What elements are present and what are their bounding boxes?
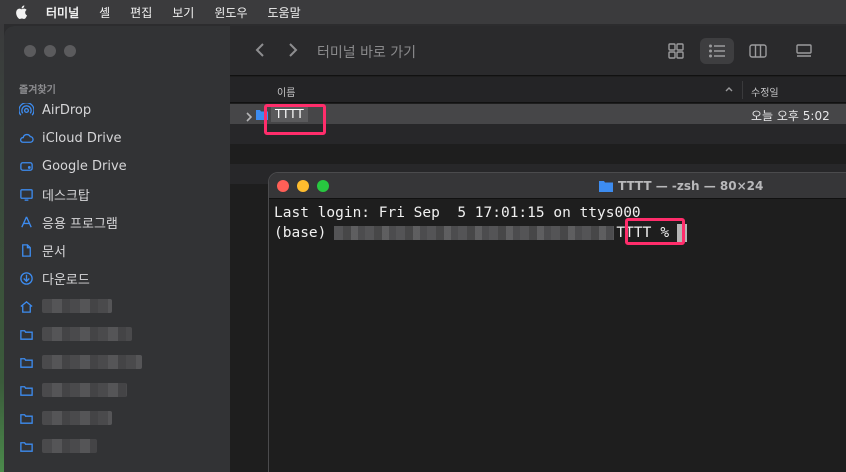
folder-icon	[19, 327, 34, 342]
folder-icon	[19, 355, 34, 370]
gallery-icon	[796, 44, 812, 57]
chevron-up-icon[interactable]	[723, 83, 735, 95]
apps-icon	[19, 215, 34, 230]
terminal-title-text: TTTT — -zsh — 80×24	[618, 179, 764, 193]
list-icon	[709, 44, 725, 58]
folder-icon	[599, 181, 613, 192]
column-view-button[interactable]	[741, 38, 775, 64]
sidebar-list: AirDrop iCloud Drive Google Drive 데스크탑 응…	[4, 96, 230, 460]
list-column-header: 이름 수정일	[230, 77, 846, 103]
redacted-label	[42, 299, 112, 313]
sidebar-item-label: Google Drive	[42, 158, 127, 174]
terminal-titlebar: TTTT — -zsh — 80×24	[269, 173, 846, 199]
sidebar-item-downloads[interactable]: 다운로드	[4, 264, 230, 292]
icon-view-button[interactable]	[659, 38, 693, 64]
finder-toolbar: 터미널 바로 가기	[230, 26, 846, 76]
download-icon	[19, 271, 34, 286]
home-icon	[19, 299, 34, 314]
highlight-box	[264, 104, 326, 135]
terminal-title: TTTT — -zsh — 80×24	[599, 179, 763, 193]
cloud-icon	[19, 131, 34, 146]
sidebar-item-folder[interactable]	[4, 432, 230, 460]
redacted-label	[42, 327, 132, 341]
column-date-header[interactable]: 수정일	[751, 84, 779, 99]
highlight-box	[625, 218, 685, 245]
empty-row	[230, 144, 846, 164]
sidebar-item-label: AirDrop	[42, 102, 92, 118]
redacted-label	[42, 383, 127, 397]
folder-icon	[19, 383, 34, 398]
forward-button[interactable]	[283, 40, 303, 60]
chevron-right-icon[interactable]	[244, 108, 254, 122]
gallery-view-button[interactable]	[787, 38, 821, 64]
menu-bar: 터미널 셸 편집 보기 윈도우 도움말	[0, 0, 846, 24]
columns-icon	[749, 44, 767, 58]
menu-edit[interactable]: 편집	[130, 4, 152, 21]
sidebar-item-airdrop[interactable]: AirDrop	[4, 96, 230, 124]
column-divider[interactable]	[742, 81, 743, 99]
terminal-window: TTTT — -zsh — 80×24 Last login: Fri Sep …	[268, 172, 846, 472]
desktop-icon	[19, 187, 34, 202]
close-button[interactable]	[24, 45, 36, 57]
finder-sidebar: 즐겨찾기 AirDrop iCloud Drive Google Drive 데…	[4, 26, 230, 472]
airdrop-icon	[18, 101, 35, 118]
sidebar-item-label: 다운로드	[42, 272, 90, 288]
file-modified-date: 오늘 오후 5:02	[751, 109, 830, 123]
window-title: 터미널 바로 가기	[317, 45, 417, 61]
sidebar-item-home[interactable]	[4, 292, 230, 320]
minimize-button[interactable]	[297, 180, 309, 192]
sidebar-item-desktop[interactable]: 데스크탑	[4, 180, 230, 208]
zoom-button[interactable]	[64, 45, 76, 57]
terminal-window-controls	[277, 180, 329, 192]
drive-icon	[19, 159, 34, 174]
sidebar-item-folder[interactable]	[4, 376, 230, 404]
close-button[interactable]	[277, 180, 289, 192]
sidebar-item-folder[interactable]	[4, 348, 230, 376]
grid-icon	[668, 43, 684, 59]
prompt-prefix: (base)	[274, 225, 327, 241]
sidebar-item-documents[interactable]: 문서	[4, 236, 230, 264]
back-button[interactable]	[250, 40, 270, 60]
column-name-header[interactable]: 이름	[277, 84, 295, 99]
sidebar-item-label: 문서	[42, 244, 66, 260]
minimize-button[interactable]	[44, 45, 56, 57]
folder-icon	[19, 439, 34, 454]
menu-app-name[interactable]: 터미널	[46, 4, 79, 21]
chevron-left-icon	[255, 43, 264, 57]
redacted-label	[42, 355, 142, 369]
sidebar-item-label: iCloud Drive	[42, 130, 122, 146]
sidebar-item-label: 데스크탑	[42, 188, 90, 204]
chevron-right-icon	[289, 43, 298, 57]
apple-icon[interactable]	[14, 4, 30, 20]
sidebar-item-google-drive[interactable]: Google Drive	[4, 152, 230, 180]
sidebar-item-folder[interactable]	[4, 320, 230, 348]
sidebar-item-applications[interactable]: 응용 프로그램	[4, 208, 230, 236]
document-icon	[19, 243, 34, 258]
sidebar-item-label: 응용 프로그램	[42, 216, 118, 232]
sidebar-section-favorites: 즐겨찾기	[19, 85, 56, 96]
sidebar-item-folder[interactable]	[4, 404, 230, 432]
menu-view[interactable]: 보기	[172, 4, 194, 21]
redacted-hostname	[334, 226, 615, 240]
zoom-button[interactable]	[317, 180, 329, 192]
folder-icon	[19, 411, 34, 426]
menu-shell[interactable]: 셸	[99, 4, 110, 21]
menu-help[interactable]: 도움말	[267, 4, 300, 21]
redacted-label	[42, 439, 97, 453]
menu-window[interactable]: 윈도우	[214, 4, 247, 21]
redacted-label	[42, 411, 112, 425]
list-view-button[interactable]	[700, 38, 734, 64]
sidebar-item-icloud-drive[interactable]: iCloud Drive	[4, 124, 230, 152]
finder-window-controls	[24, 45, 76, 57]
